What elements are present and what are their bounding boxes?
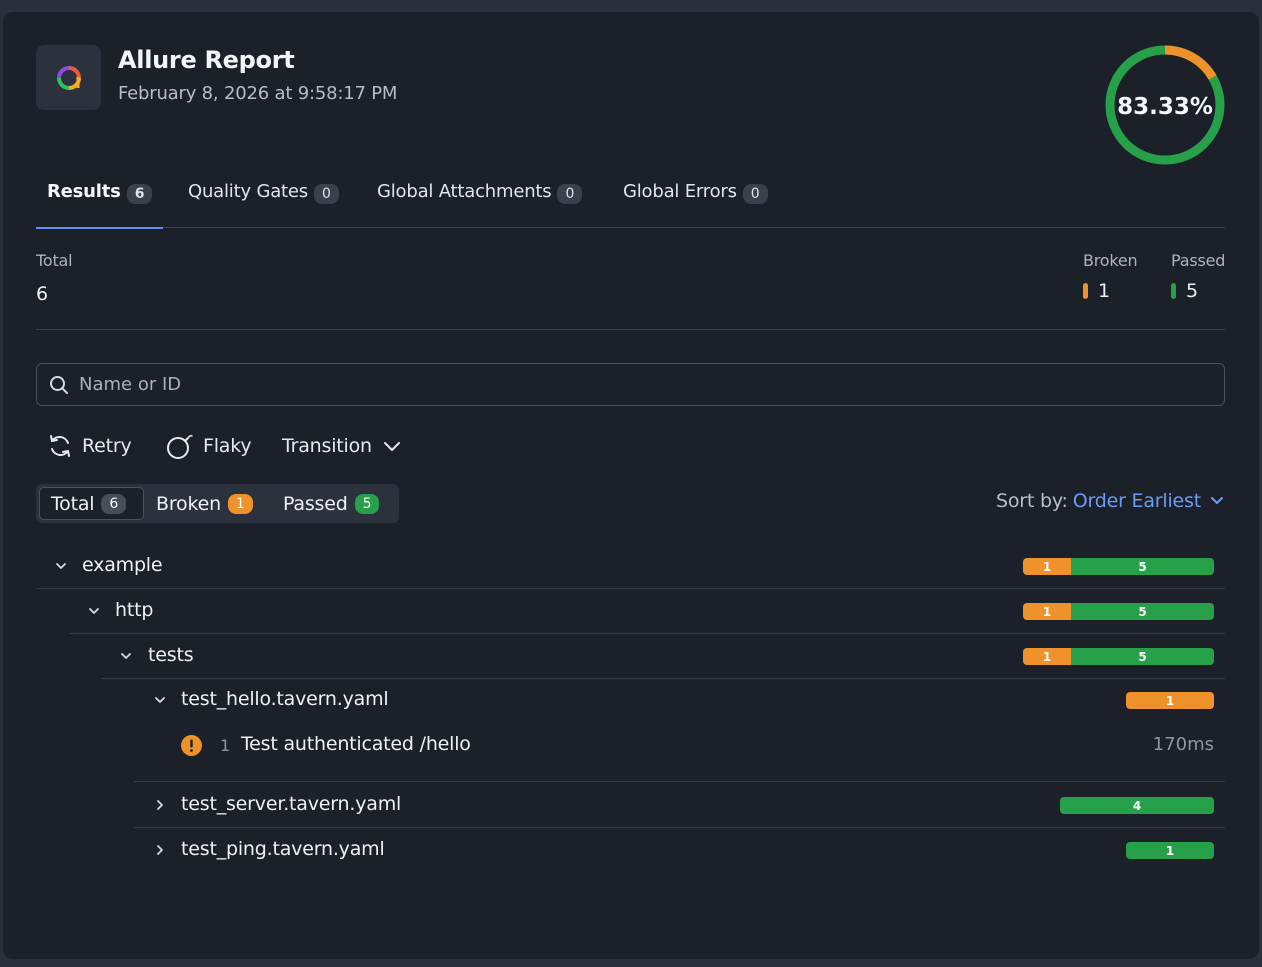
sort-dropdown[interactable]: Sort by: Order Earliest bbox=[996, 490, 1225, 512]
chevron-down-icon[interactable] bbox=[87, 604, 101, 618]
broken-marker bbox=[1083, 283, 1088, 299]
tree-node-name: test_ping.tavern.yaml bbox=[181, 838, 385, 860]
tab-label: Global Attachments bbox=[377, 181, 552, 202]
segment-count: 6 bbox=[101, 493, 127, 514]
passed-label: Passed bbox=[1171, 251, 1226, 270]
chevron-right-icon[interactable] bbox=[153, 843, 167, 857]
chevron-right-icon[interactable] bbox=[153, 798, 167, 812]
passed-segment: 5 bbox=[1071, 648, 1214, 665]
tab-label: Results bbox=[47, 181, 121, 202]
tab-count: 0 bbox=[313, 184, 339, 204]
passed-marker bbox=[1171, 283, 1176, 299]
allure-logo bbox=[36, 45, 101, 110]
flaky-filter[interactable]: Flaky bbox=[166, 430, 252, 462]
passed-value: 5 bbox=[1186, 280, 1199, 302]
search-input[interactable] bbox=[79, 364, 1209, 405]
transition-label: Transition bbox=[282, 435, 372, 457]
chevron-down-icon[interactable] bbox=[119, 649, 133, 663]
segment-passed[interactable]: Passed 5 bbox=[283, 487, 380, 520]
tree-row[interactable]: test_hello.tavern.yaml 1 bbox=[134, 678, 1225, 723]
broken-segment: 1 bbox=[1126, 692, 1214, 709]
tree-row[interactable]: tests 1 5 bbox=[101, 634, 1225, 679]
status-bar: 15 bbox=[1023, 558, 1214, 575]
flaky-bomb-icon bbox=[167, 435, 193, 459]
test-name: Test authenticated /hello bbox=[241, 733, 471, 755]
passed-segment: 5 bbox=[1071, 558, 1214, 575]
broken-stat: 1 bbox=[1083, 280, 1110, 302]
flaky-label: Flaky bbox=[203, 435, 252, 457]
broken-segment: 1 bbox=[1023, 648, 1071, 665]
tab-count: 6 bbox=[126, 184, 153, 204]
test-duration: 170ms bbox=[1152, 734, 1214, 755]
search-box bbox=[36, 363, 1225, 406]
retry-icon bbox=[50, 435, 70, 457]
tree-row[interactable]: example 1 5 bbox=[36, 544, 1225, 589]
tab-count: 0 bbox=[742, 184, 768, 204]
broken-segment: 1 bbox=[1023, 558, 1071, 575]
tree-node-name: example bbox=[82, 554, 163, 576]
tab-quality-gates[interactable]: Quality Gates 0 bbox=[188, 177, 339, 228]
transition-dropdown[interactable]: Transition bbox=[282, 430, 402, 462]
sort-value: Order Earliest bbox=[1072, 490, 1201, 512]
tree-node-name: http bbox=[115, 599, 154, 621]
segment-label: Broken bbox=[156, 492, 221, 515]
tree-row[interactable]: test_server.tavern.yaml 4 bbox=[134, 783, 1225, 828]
status-bar: 4 bbox=[1060, 797, 1214, 814]
test-result-row[interactable]: 1 Test authenticated /hello 170ms bbox=[134, 722, 1225, 782]
status-bar: 15 bbox=[1023, 648, 1214, 665]
broken-arc bbox=[1164, 45, 1217, 80]
status-bar: 1 bbox=[1126, 842, 1214, 859]
report-date: February 8, 2026 at 9:58:17 PM bbox=[118, 83, 398, 104]
chevron-down-icon bbox=[383, 442, 400, 451]
tab-global-attachments[interactable]: Global Attachments 0 bbox=[377, 177, 583, 228]
retry-label: Retry bbox=[82, 435, 132, 457]
total-label: Total bbox=[36, 251, 73, 270]
tree-node-name: tests bbox=[148, 644, 194, 666]
status-bar: 15 bbox=[1023, 603, 1214, 620]
total-value: 6 bbox=[36, 283, 49, 305]
tree-row[interactable]: http 1 5 bbox=[69, 589, 1225, 634]
broken-label: Broken bbox=[1083, 251, 1138, 270]
tab-global-errors[interactable]: Global Errors 0 bbox=[623, 177, 768, 228]
search-icon bbox=[50, 376, 68, 394]
chevron-down-icon bbox=[1211, 497, 1223, 504]
tab-label: Quality Gates bbox=[188, 181, 308, 202]
segment-count: 1 bbox=[227, 493, 253, 514]
tab-results[interactable]: Results 6 bbox=[36, 177, 164, 229]
segment-total[interactable]: Total 6 bbox=[39, 487, 144, 520]
segment-count: 5 bbox=[354, 493, 380, 514]
warning-icon bbox=[181, 735, 202, 756]
segment-label: Total bbox=[51, 492, 95, 515]
passed-stat: 5 bbox=[1171, 280, 1198, 302]
success-rate-value: 83.33% bbox=[1117, 94, 1213, 120]
tree-row[interactable]: test_ping.tavern.yaml 1 bbox=[134, 828, 1225, 873]
tab-count: 0 bbox=[557, 184, 583, 204]
segment-broken[interactable]: Broken 1 bbox=[156, 487, 253, 520]
allure-logo-icon bbox=[56, 65, 81, 90]
test-index: 1 bbox=[220, 736, 231, 755]
report-title: Allure Report bbox=[118, 46, 295, 74]
passed-segment: 1 bbox=[1126, 842, 1214, 859]
segment-label: Passed bbox=[283, 492, 348, 515]
success-rate-chart: 83.33% bbox=[1102, 42, 1228, 168]
chevron-down-icon[interactable] bbox=[54, 559, 68, 573]
divider bbox=[36, 329, 1225, 330]
report-panel: Allure Report February 8, 2026 at 9:58:1… bbox=[3, 12, 1259, 959]
tab-label: Global Errors bbox=[623, 181, 737, 202]
retry-filter[interactable]: Retry bbox=[47, 430, 132, 462]
chevron-down-icon[interactable] bbox=[153, 693, 167, 707]
status-bar: 1 bbox=[1126, 692, 1214, 709]
status-segmented-control: Total 6 Broken 1 Passed 5 bbox=[36, 484, 399, 523]
broken-value: 1 bbox=[1098, 280, 1111, 302]
report-tabs: Results 6 Quality Gates 0 Global Attachm… bbox=[36, 177, 1225, 229]
sort-label: Sort by: bbox=[995, 490, 1068, 512]
broken-segment: 1 bbox=[1023, 603, 1071, 620]
passed-segment: 5 bbox=[1071, 603, 1214, 620]
tree-node-name: test_hello.tavern.yaml bbox=[181, 688, 389, 710]
passed-segment: 4 bbox=[1060, 797, 1214, 814]
tree-node-name: test_server.tavern.yaml bbox=[181, 793, 402, 815]
